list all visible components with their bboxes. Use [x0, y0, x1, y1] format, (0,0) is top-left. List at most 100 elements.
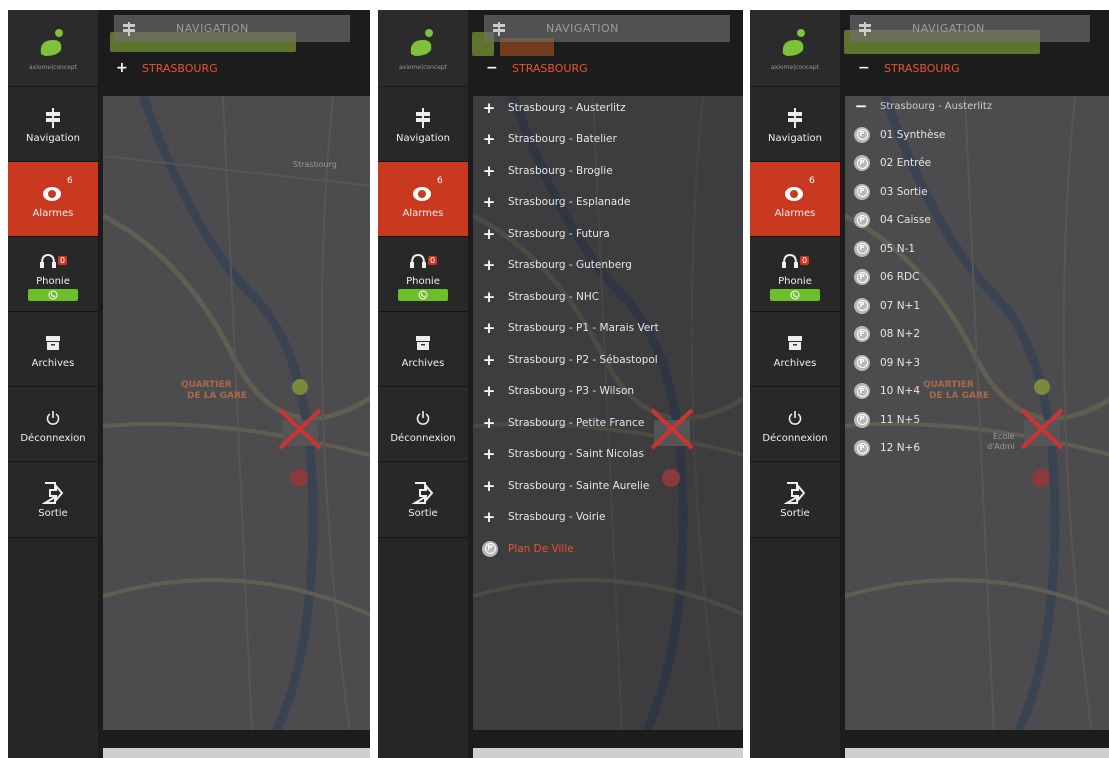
parking-icon: P — [854, 411, 870, 428]
horizontal-scrollbar[interactable] — [473, 748, 743, 758]
sidebar-item-label: Alarmes — [774, 207, 816, 219]
horizontal-scrollbar[interactable] — [845, 748, 1109, 758]
sidebar-item-label: Phonie — [406, 275, 440, 287]
level-list: − Strasbourg - Austerlitz P 01 Synthèse P0… — [854, 92, 992, 463]
sidebar-item-deconnexion[interactable]: Déconnexion — [8, 387, 98, 462]
parking-icon: P — [854, 326, 870, 343]
sidebar-item-sortie[interactable]: Sortie — [378, 462, 468, 538]
sidebar-item-archives[interactable]: Archives — [378, 312, 468, 387]
sidebar-item-sortie[interactable]: Sortie — [750, 462, 840, 538]
map-overlay — [103, 96, 370, 730]
sidebar-item-label: Archives — [401, 357, 445, 369]
phone-icon — [48, 290, 58, 299]
tree-region-strasbourg[interactable]: − STRASBOURG — [858, 60, 960, 76]
collapse-icon: − — [858, 60, 870, 76]
list-item[interactable]: + Strasbourg - Petite France — [482, 407, 659, 439]
list-item[interactable]: + Strasbourg - P3 - Wilson — [482, 376, 659, 408]
list-item[interactable]: + Strasbourg - Austerlitz — [482, 92, 659, 124]
list-item[interactable]: + Strasbourg - Gutenberg — [482, 250, 659, 282]
sidebar-item-label: Phonie — [778, 275, 812, 287]
tree-region-strasbourg[interactable]: + STRASBOURG — [116, 60, 218, 76]
sidebar-item-phonie[interactable]: 0 Phonie — [750, 237, 840, 312]
list-item[interactable]: + Strasbourg - Saint Nicolas — [482, 439, 659, 471]
navigation-title: NAVIGATION — [912, 22, 985, 35]
sidebar-item-sortie[interactable]: Sortie — [8, 462, 98, 538]
sidebar-item-phonie[interactable]: 0 Phonie — [8, 237, 98, 312]
list-item[interactable]: + Strasbourg - Esplanade — [482, 187, 659, 219]
sidebar-item-alarmes[interactable]: 6 Alarmes — [750, 162, 840, 237]
list-item[interactable]: P 04 Caisse — [854, 206, 992, 235]
list-item[interactable]: + Strasbourg - Broglie — [482, 155, 659, 187]
map-label: DE LA GARE — [187, 391, 248, 401]
alarm-bell-icon: 6 — [412, 176, 443, 206]
sidebar-item-navigation[interactable]: Navigation — [8, 87, 98, 162]
expand-icon: + — [482, 445, 496, 464]
list-item[interactable]: P 01 Synthèse — [854, 121, 992, 150]
phone-call-button[interactable] — [398, 288, 448, 301]
list-item[interactable]: + Strasbourg - Batelier — [482, 124, 659, 156]
parking-icon: P — [854, 240, 870, 257]
list-item-label: Strasbourg - Broglie — [508, 164, 613, 177]
list-item[interactable]: P 08 N+2 — [854, 320, 992, 349]
list-item-label: 10 N+4 — [880, 385, 921, 398]
tree-region-strasbourg[interactable]: − STRASBOURG — [486, 60, 588, 76]
sidebar-item-archives[interactable]: Archives — [8, 312, 98, 387]
sidebar-item-alarmes[interactable]: 6 Alarmes — [8, 162, 98, 237]
sidebar-item-label: Archives — [31, 357, 75, 369]
list-item[interactable]: P 10 N+4 — [854, 377, 992, 406]
sidebar-item-navigation[interactable]: Navigation — [750, 87, 840, 162]
archive-box-icon — [45, 330, 61, 356]
list-item[interactable]: + Strasbourg - P2 - Sébastopol — [482, 344, 659, 376]
sidebar-item-label: Navigation — [768, 132, 822, 144]
list-item-label: Strasbourg - Sainte Aurelie — [508, 479, 650, 492]
parking-icon: P — [854, 354, 870, 371]
logo-text: axiome|concept — [28, 63, 78, 71]
tree-parking-austerlitz[interactable]: − Strasbourg - Austerlitz — [854, 92, 992, 121]
list-item[interactable]: P 02 Entrée — [854, 149, 992, 178]
power-icon — [416, 405, 430, 431]
navigation-header[interactable]: NAVIGATION — [850, 15, 1090, 42]
list-item[interactable]: P 03 Sortie — [854, 178, 992, 207]
map-view[interactable]: QUARTIER DE LA GARE Strasbourg — [103, 96, 370, 730]
sidebar-item-label: Sortie — [408, 508, 438, 519]
sidebar-item-archives[interactable]: Archives — [750, 312, 840, 387]
list-item-label: 04 Caisse — [880, 214, 931, 227]
sidebar-item-navigation[interactable]: Navigation — [378, 87, 468, 162]
sidebar-item-phonie[interactable]: 0 Phonie — [378, 237, 468, 312]
sidebar-item-deconnexion[interactable]: Déconnexion — [378, 387, 468, 462]
sidebar-item-alarmes[interactable]: 6 Alarmes — [378, 162, 468, 237]
list-item[interactable]: P 05 N-1 — [854, 235, 992, 264]
list-item[interactable]: + Strasbourg - NHC — [482, 281, 659, 313]
list-item[interactable]: P 07 N+1 — [854, 292, 992, 321]
list-item-label: Strasbourg - Austerlitz — [880, 100, 993, 112]
sidebar-item-deconnexion[interactable]: Déconnexion — [750, 387, 840, 462]
list-item[interactable]: P 09 N+3 — [854, 349, 992, 378]
list-item[interactable]: P 12 N+6 — [854, 434, 992, 463]
list-item-label: 02 Entrée — [880, 157, 932, 170]
list-item[interactable]: P 06 RDC — [854, 263, 992, 292]
list-item[interactable]: + Strasbourg - P1 - Marais Vert — [482, 313, 659, 345]
signpost-icon — [44, 105, 62, 131]
logo-icon — [40, 28, 63, 56]
list-item[interactable]: + Strasbourg - Voirie — [482, 502, 659, 534]
alarm-count: 6 — [437, 176, 443, 186]
list-item-label: Strasbourg - Saint Nicolas — [508, 448, 644, 461]
region-label: STRASBOURG — [142, 61, 218, 75]
phone-call-button[interactable] — [28, 288, 78, 301]
main-area: QUARTIER DE LA GARE Ecole d'Admi NAVIGAT… — [840, 10, 1109, 758]
horizontal-scrollbar[interactable] — [103, 748, 370, 758]
headset-icon: 0 — [39, 248, 68, 274]
navigation-title: NAVIGATION — [176, 22, 249, 35]
list-item[interactable]: P 11 N+5 — [854, 406, 992, 435]
list-item-plan[interactable]: P Plan De Ville — [482, 533, 659, 565]
expand-icon: + — [482, 350, 496, 369]
expand-icon: + — [482, 256, 496, 275]
navigation-header[interactable]: NAVIGATION — [484, 15, 730, 42]
region-label: STRASBOURG — [884, 61, 960, 75]
navigation-header[interactable]: NAVIGATION — [114, 15, 350, 42]
list-item[interactable]: + Strasbourg - Futura — [482, 218, 659, 250]
phone-call-button[interactable] — [770, 288, 820, 301]
list-item[interactable]: + Strasbourg - Sainte Aurelie — [482, 470, 659, 502]
headset-icon: 0 — [781, 248, 810, 274]
archive-box-icon — [415, 330, 431, 356]
